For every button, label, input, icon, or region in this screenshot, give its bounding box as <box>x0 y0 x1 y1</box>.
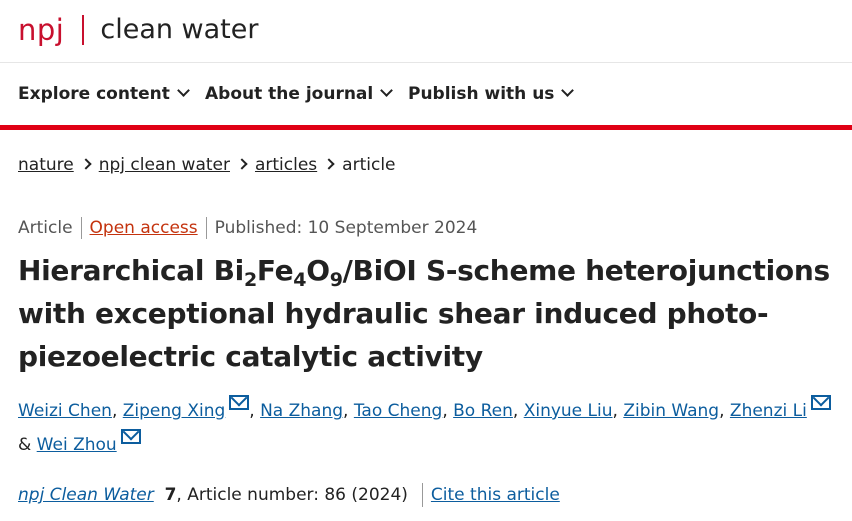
breadcrumb-articles[interactable]: articles <box>255 155 317 175</box>
main-nav: Explore content About the journal Publis… <box>0 63 852 130</box>
author-link[interactable]: Wei Zhou <box>37 435 117 455</box>
journal-logo[interactable]: npj clean water <box>18 14 258 46</box>
author-link[interactable]: Zipeng Xing <box>123 401 226 421</box>
article-number: , Article number: 86 (2024) <box>176 485 408 505</box>
title-part: Hierarchical Bi <box>18 254 244 287</box>
breadcrumb-npj-clean-water[interactable]: npj clean water <box>99 155 230 175</box>
breadcrumb-current: article <box>342 155 396 175</box>
meta-divider <box>205 217 207 239</box>
author-link[interactable]: Zhenzi Li <box>730 401 807 421</box>
envelope-icon[interactable] <box>229 395 250 410</box>
envelope-icon[interactable] <box>810 395 831 410</box>
author-link[interactable]: Xinyue Liu <box>524 401 613 421</box>
logo-divider <box>82 15 85 45</box>
title-part: Fe <box>256 254 294 287</box>
author-link[interactable]: Tao Cheng <box>354 401 442 421</box>
author-link[interactable]: Zibin Wang <box>623 401 719 421</box>
citation-divider <box>421 483 423 507</box>
title-subscript: 9 <box>329 269 343 291</box>
author-separator: , <box>111 401 123 421</box>
nav-explore-content-label: Explore content <box>18 84 170 104</box>
author-link[interactable]: Bo Ren <box>453 401 513 421</box>
author-separator: , <box>719 401 730 421</box>
author-separator: , <box>512 401 524 421</box>
title-subscript: 2 <box>243 269 257 291</box>
title-subscript: 4 <box>293 269 307 291</box>
author-separator: & <box>18 435 37 455</box>
volume: 7 <box>164 485 177 505</box>
chevron-right-icon <box>80 158 92 170</box>
chevron-down-icon <box>176 84 190 97</box>
article-type: Article <box>18 218 73 238</box>
logo-npj-text: npj <box>18 13 65 47</box>
breadcrumb: nature npj clean water articles article <box>18 154 396 176</box>
author-separator: , <box>442 401 454 421</box>
author-separator: , <box>612 401 624 421</box>
author-separator: , <box>343 401 354 421</box>
citation-line: npj Clean Water 7, Article number: 86 (2… <box>18 483 560 507</box>
meta-divider <box>80 217 82 239</box>
author-list: Weizi Chen, Zipeng Xing, Na Zhang, Tao C… <box>18 394 848 462</box>
logo-journal-name: clean water <box>100 14 259 45</box>
author-separator: , <box>249 401 261 421</box>
title-part: O <box>306 254 330 287</box>
journal-link[interactable]: npj Clean Water <box>18 485 154 505</box>
published-date: Published: 10 September 2024 <box>214 218 478 238</box>
envelope-icon[interactable] <box>120 429 141 444</box>
author-link[interactable]: Na Zhang <box>260 401 343 421</box>
article-title: Hierarchical Bi2Fe4O9/BiOI S-scheme hete… <box>18 249 848 378</box>
nav-publish-with-us-label: Publish with us <box>408 84 555 104</box>
article-meta: Article Open access Published: 10 Septembe… <box>18 217 477 239</box>
chevron-right-icon <box>236 158 248 170</box>
nav-explore-content[interactable]: Explore content <box>18 83 190 105</box>
chevron-right-icon <box>323 158 335 170</box>
chevron-down-icon <box>380 84 394 97</box>
chevron-down-icon <box>561 84 575 97</box>
site-header: npj clean water <box>0 0 852 63</box>
open-access-link[interactable]: Open access <box>90 218 198 238</box>
nav-about-journal[interactable]: About the journal <box>205 83 394 105</box>
nav-about-journal-label: About the journal <box>205 84 374 104</box>
nav-publish-with-us[interactable]: Publish with us <box>408 83 575 105</box>
breadcrumb-nature[interactable]: nature <box>18 155 74 175</box>
author-link[interactable]: Weizi Chen <box>18 401 112 421</box>
cite-this-article-link[interactable]: Cite this article <box>431 485 560 505</box>
